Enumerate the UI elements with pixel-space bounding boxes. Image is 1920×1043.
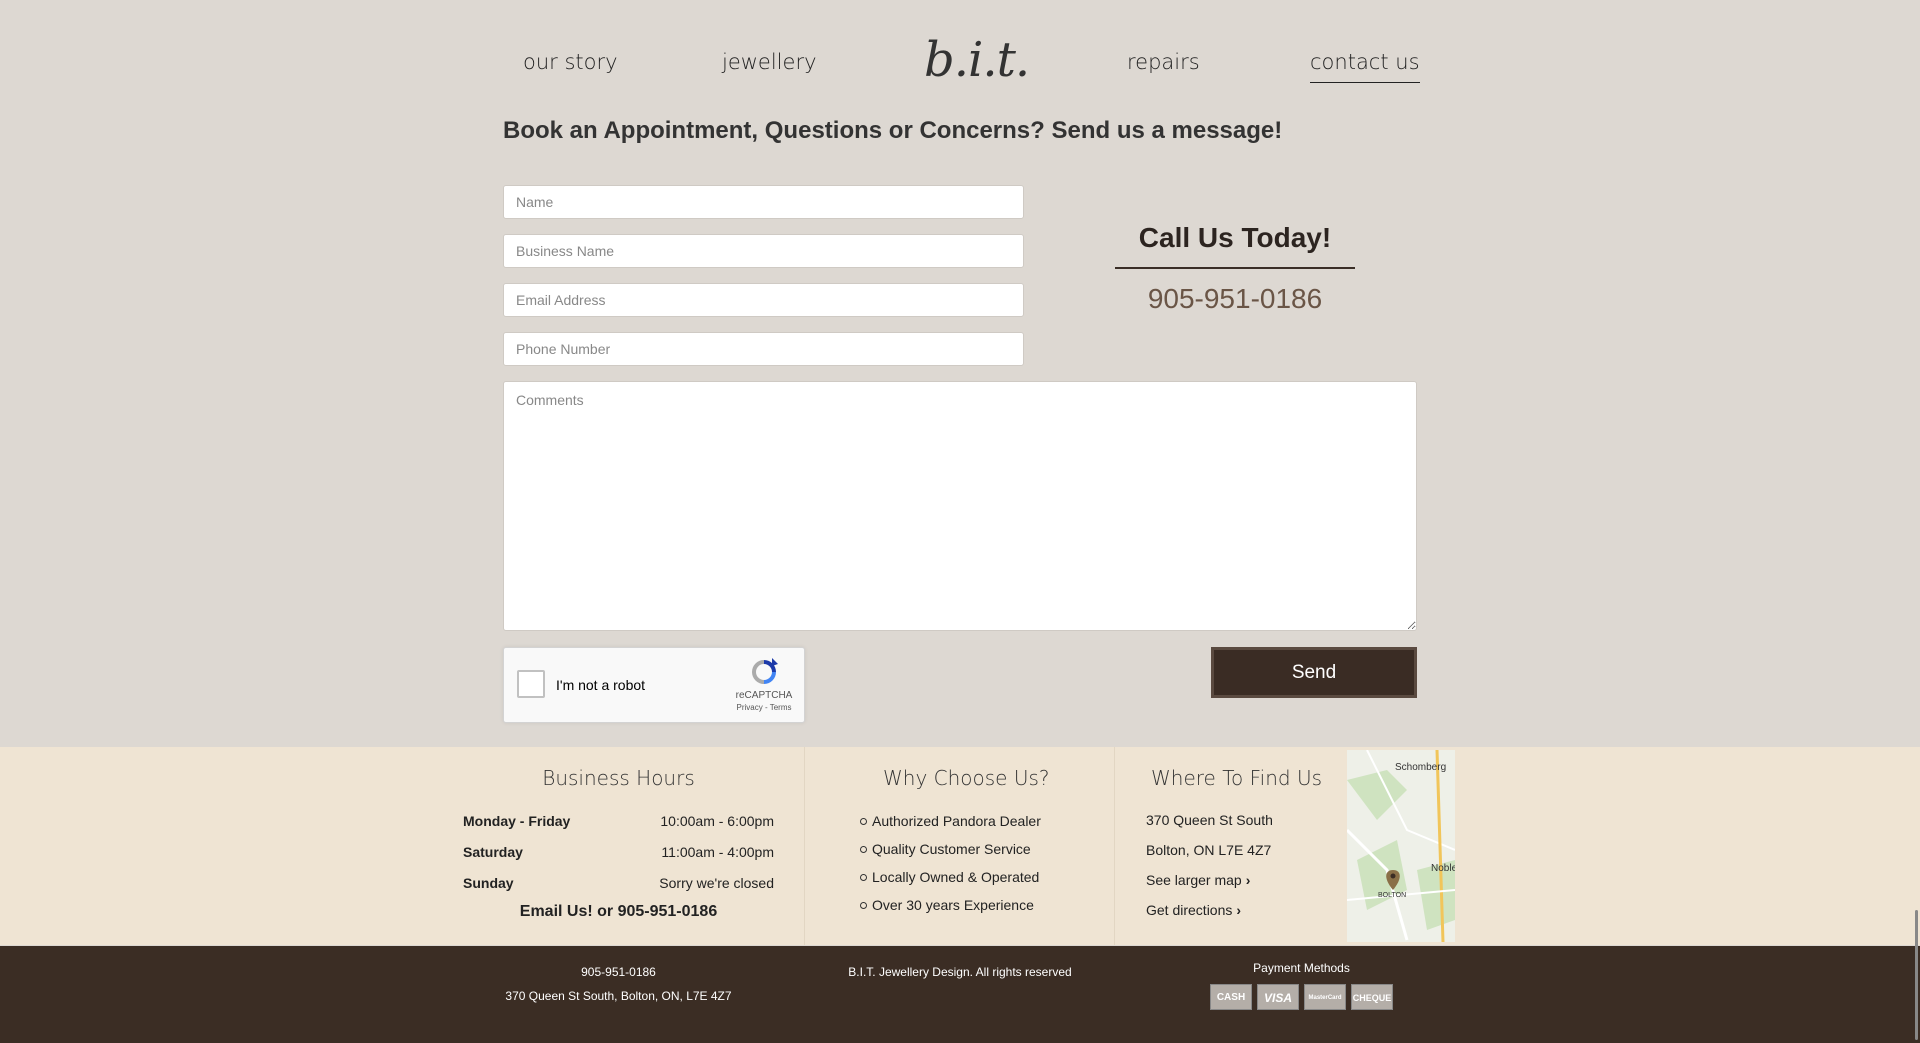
list-item: Locally Owned & Operated [860, 869, 1041, 885]
visa-icon: VISA [1257, 984, 1299, 1010]
hours-row: Saturday 11:00am - 4:00pm [463, 844, 774, 860]
map-graphic [1347, 750, 1455, 942]
form-headline: Book an Appointment, Questions or Concer… [503, 117, 1283, 144]
list-item: Authorized Pandora Dealer [860, 813, 1041, 829]
nav-our-story[interactable]: our story [523, 50, 618, 74]
recaptcha-links[interactable]: Privacy - Terms [734, 703, 794, 712]
find-title: Where To Find Us [1151, 766, 1323, 790]
why-title: Why Choose Us? [883, 766, 1050, 790]
cash-icon: CASH [1210, 984, 1252, 1010]
hours-day: Sunday [463, 875, 514, 891]
recaptcha-brand: reCAPTCHA [735, 690, 793, 701]
recaptcha-label: I'm not a robot [556, 677, 646, 693]
address-line-1: 370 Queen St South [1146, 812, 1273, 828]
hours-time: 11:00am - 4:00pm [661, 844, 774, 860]
footer-address: 370 Queen St South, Bolton, ON, L7E 4Z7 [505, 989, 732, 1003]
cheque-icon: CHEQUE [1351, 984, 1393, 1010]
nav-jewellery[interactable]: jewellery [722, 50, 817, 74]
site-logo[interactable]: b.i.t. [924, 32, 1030, 88]
get-directions-link[interactable]: Get directions › [1146, 902, 1241, 918]
footer-phone: 905-951-0186 [581, 965, 656, 979]
email-field[interactable] [503, 283, 1024, 317]
site-footer: 905-951-0186 370 Queen St South, Bolton,… [0, 946, 1920, 1043]
map-label: Schomberg [1395, 762, 1447, 773]
chevron-right-icon: › [1236, 902, 1242, 918]
hours-time: 10:00am - 6:00pm [660, 813, 774, 829]
list-item: Over 30 years Experience [860, 897, 1041, 913]
call-us-phone: 905-951-0186 [1147, 283, 1323, 314]
call-us-title: Call Us Today! [1138, 222, 1332, 253]
business-name-field[interactable] [503, 234, 1024, 268]
divider [1115, 267, 1355, 269]
address-line-2: Bolton, ON L7E 4Z7 [1146, 842, 1272, 858]
footer-copyright: B.I.T. Jewellery Design. All rights rese… [848, 965, 1072, 979]
hours-time: Sorry we're closed [659, 875, 774, 891]
divider [804, 747, 805, 945]
top-nav: our story jewellery b.i.t. repairs conta… [0, 0, 1920, 100]
see-larger-map-label[interactable]: See larger map [1146, 872, 1242, 888]
map-label: BOLTON [1378, 892, 1407, 899]
see-larger-map-link[interactable]: See larger map › [1146, 872, 1250, 888]
nav-repairs[interactable]: repairs [1127, 50, 1200, 74]
hours-row: Monday - Friday 10:00am - 6:00pm [463, 813, 774, 829]
nav-contact-us[interactable]: contact us [1310, 50, 1420, 83]
hours-day: Monday - Friday [463, 813, 571, 829]
hours-row: Sunday Sorry we're closed [463, 875, 774, 891]
name-field[interactable] [503, 185, 1024, 219]
scrollbar[interactable] [1915, 910, 1918, 1040]
phone-field[interactable] [503, 332, 1024, 366]
chevron-right-icon: › [1245, 872, 1251, 888]
list-item: Quality Customer Service [860, 841, 1041, 857]
send-button[interactable]: Send [1211, 647, 1417, 698]
comments-field[interactable] [503, 381, 1417, 631]
why-list: Authorized Pandora Dealer Quality Custom… [860, 813, 1041, 925]
get-directions-label[interactable]: Get directions [1146, 902, 1232, 918]
map-label: Noble [1431, 863, 1455, 874]
hours-day: Saturday [463, 844, 523, 860]
recaptcha-widget: I'm not a robot reCAPTCHA Privacy - Term… [503, 647, 805, 723]
location-map[interactable]: Schomberg Noble BOLTON [1347, 750, 1455, 942]
recaptcha-checkbox[interactable] [517, 670, 545, 698]
recaptcha-logo: reCAPTCHA Privacy - Terms [734, 656, 794, 712]
mastercard-icon: MasterCard [1304, 984, 1346, 1010]
recaptcha-icon [752, 658, 778, 684]
payment-methods-title: Payment Methods [1253, 961, 1350, 975]
divider [1114, 747, 1115, 945]
email-us-line[interactable]: Email Us! or 905-951-0186 [463, 903, 774, 921]
hours-title: Business Hours [542, 766, 695, 790]
